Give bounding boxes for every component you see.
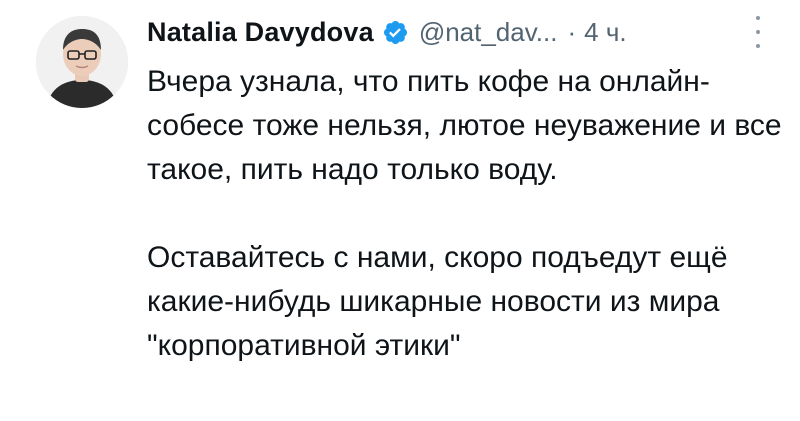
tweet-timestamp[interactable]: 4 ч. — [584, 17, 626, 48]
avatar[interactable] — [36, 16, 128, 108]
tweet-text: Вчера узнала, что пить кофе на онлайн-со… — [147, 60, 787, 368]
tweet-header: Natalia Davydova @nat_dav... · 4 ч. — [147, 12, 627, 52]
more-vertical-icon[interactable] — [748, 16, 768, 48]
author-name[interactable]: Natalia Davydova — [147, 17, 374, 48]
author-handle[interactable]: @nat_dav... — [419, 17, 558, 48]
tweet[interactable]: Natalia Davydova @nat_dav... · 4 ч. Вчер… — [0, 0, 800, 421]
tweet-paragraph: Оставайтесь с нами, скоро подъедут ещё к… — [147, 241, 728, 362]
tweet-paragraph: Вчера узнала, что пить кофе на онлайн-со… — [147, 65, 782, 186]
separator-dot: · — [567, 16, 577, 47]
verified-badge-icon — [382, 19, 409, 46]
